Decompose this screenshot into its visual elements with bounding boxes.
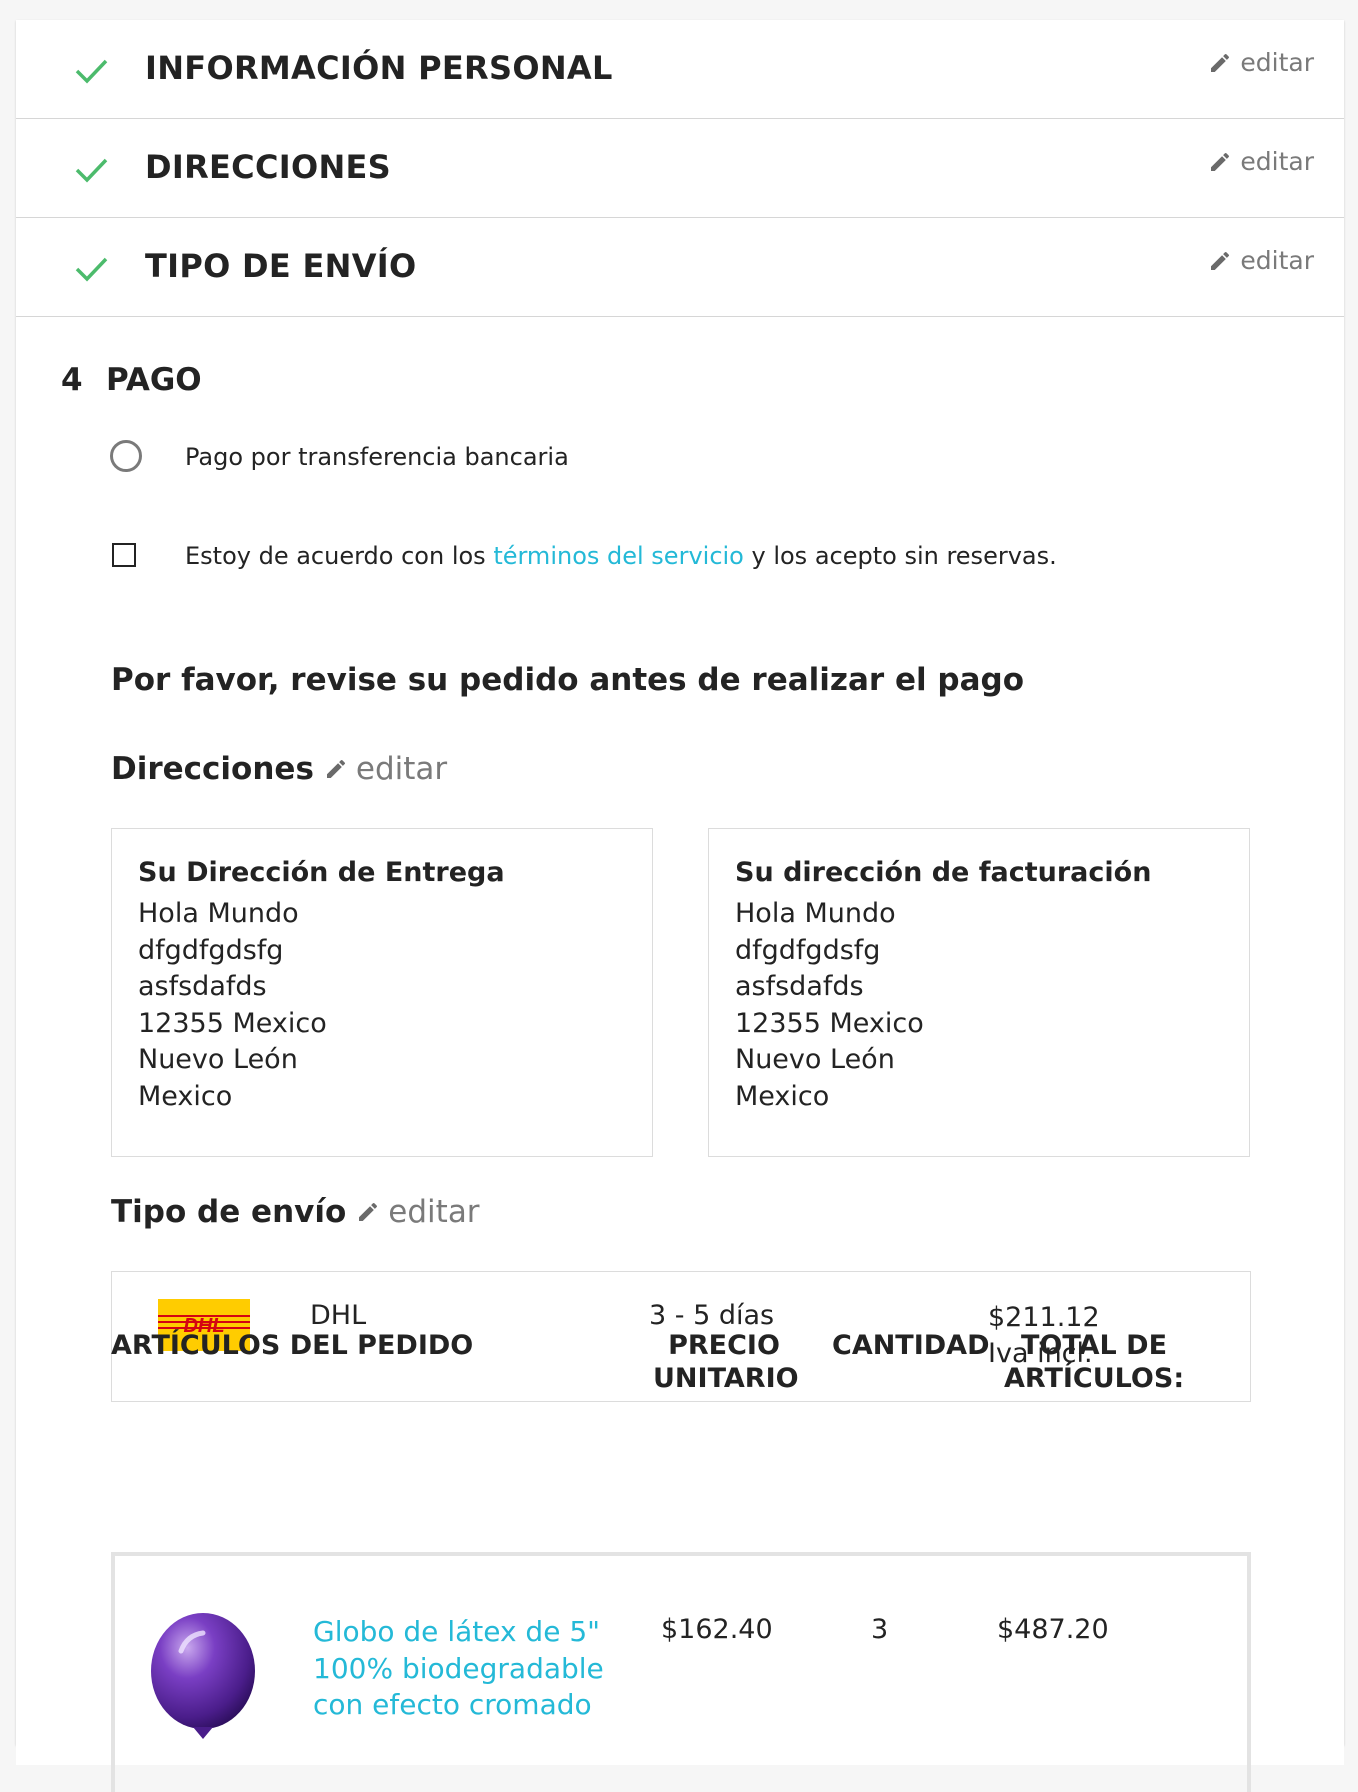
address-line: Nuevo León: [138, 1044, 298, 1075]
shipping-heading: Tipo de envío editar: [111, 1194, 480, 1230]
step-addresses[interactable]: DIRECCIONES editar: [16, 119, 1344, 218]
product-name-line: con efecto cromado: [313, 1688, 592, 1721]
addresses-heading: Direcciones editar: [111, 751, 447, 787]
edit-label: editar: [355, 751, 448, 787]
address-line: Mexico: [138, 1080, 233, 1112]
unit-price-header: PRECIO UNITARIO: [653, 1329, 799, 1395]
product-name-link[interactable]: Globo de látex de 5" 100% biodegradable …: [313, 1614, 613, 1724]
step-shipping[interactable]: TIPO DE ENVÍO editar: [16, 218, 1344, 317]
billing-address-box: Su dirección de facturación Hola Mundo d…: [708, 828, 1250, 1157]
address-line: Mexico: [735, 1080, 830, 1112]
address-line: asfsdafds: [735, 971, 864, 1002]
delivery-address-title: Su Dirección de Entrega: [138, 857, 505, 888]
checkout-card: INFORMACIÓN PERSONAL editar DIRECCIONES …: [16, 20, 1344, 1792]
step-title: DIRECCIONES: [145, 148, 392, 186]
terms-suffix: y los acepto sin reservas.: [751, 542, 1057, 570]
billing-address-title: Su dirección de facturación: [735, 857, 1152, 888]
unit-price-header-line: UNITARIO: [653, 1363, 799, 1394]
unit-price-header-line: PRECIO: [668, 1330, 780, 1361]
shipping-delay: 3 - 5 días: [649, 1300, 775, 1331]
step-title: TIPO DE ENVÍO: [145, 247, 417, 285]
edit-shipping-link[interactable]: editar: [1208, 246, 1314, 275]
terms-text: Estoy de acuerdo con los términos del se…: [185, 542, 1057, 570]
pencil-icon: [359, 1202, 378, 1221]
edit-addresses-inline[interactable]: editar: [324, 751, 447, 787]
payment-option-radio[interactable]: [110, 440, 142, 472]
terms-checkbox[interactable]: [112, 543, 136, 567]
edit-label: editar: [1240, 246, 1314, 275]
payment-option-label[interactable]: Pago por transferencia bancaria: [185, 443, 569, 471]
step-title: INFORMACIÓN PERSONAL: [145, 49, 613, 87]
check-icon: [75, 158, 108, 183]
carrier-name: DHL: [310, 1300, 367, 1331]
review-title: Por favor, revise su pedido antes de rea…: [111, 662, 1025, 698]
balloon-product-image: [151, 1613, 255, 1739]
total-header-line: ARTÍCULOS:: [1004, 1363, 1185, 1394]
edit-personal-info-link[interactable]: editar: [1208, 48, 1314, 77]
address-line: dfgdfgdsfg: [138, 934, 284, 966]
step-personal-info[interactable]: INFORMACIÓN PERSONAL editar: [16, 20, 1344, 119]
product-unit-price: $162.40: [661, 1614, 773, 1645]
address-line: dfgdfgdsfg: [735, 934, 881, 966]
check-icon: [75, 59, 108, 84]
edit-addresses-link[interactable]: editar: [1208, 147, 1314, 176]
addresses-heading-label: Direcciones: [111, 751, 314, 787]
step-title: PAGO: [106, 362, 202, 398]
step-number: 4: [61, 362, 83, 398]
step-payment: 4 PAGO Pago por transferencia bancaria E…: [16, 317, 1344, 1792]
edit-label: editar: [1240, 48, 1314, 77]
total-header-line: TOTAL DE: [1020, 1330, 1168, 1361]
product-total: $487.20: [997, 1614, 1109, 1645]
address-line: Nuevo León: [735, 1044, 895, 1075]
address-line: Hola Mundo: [735, 898, 896, 929]
product-name-line: 100% biodegradable: [313, 1651, 604, 1685]
address-line: 12355 Mexico: [138, 1007, 327, 1039]
terms-prefix: Estoy de acuerdo con los: [185, 542, 486, 570]
pencil-icon: [1211, 53, 1230, 72]
pencil-icon: [1211, 251, 1230, 270]
check-icon: [75, 257, 108, 282]
shipping-heading-label: Tipo de envío: [111, 1194, 347, 1230]
product-quantity: 3: [871, 1614, 889, 1645]
edit-label: editar: [388, 1194, 480, 1230]
quantity-header: CANTIDAD: [832, 1330, 990, 1361]
order-items-box: Globo de látex de 5" 100% biodegradable …: [111, 1552, 1251, 1792]
pencil-icon: [326, 759, 345, 778]
edit-label: editar: [1240, 147, 1314, 176]
product-name-line: Globo de látex de 5": [313, 1615, 601, 1648]
address-line: 12355 Mexico: [735, 1007, 924, 1039]
edit-shipping-inline[interactable]: editar: [356, 1194, 480, 1230]
total-header: TOTAL DE ARTÍCULOS:: [1004, 1329, 1184, 1395]
address-line: Hola Mundo: [138, 898, 299, 929]
pencil-icon: [1211, 152, 1230, 171]
delivery-address-box: Su Dirección de Entrega Hola Mundo dfgdf…: [111, 828, 653, 1157]
terms-link[interactable]: términos del servicio: [493, 542, 744, 570]
address-line: asfsdafds: [138, 971, 267, 1002]
items-header: ARTÍCULOS DEL PEDIDO: [111, 1330, 474, 1361]
